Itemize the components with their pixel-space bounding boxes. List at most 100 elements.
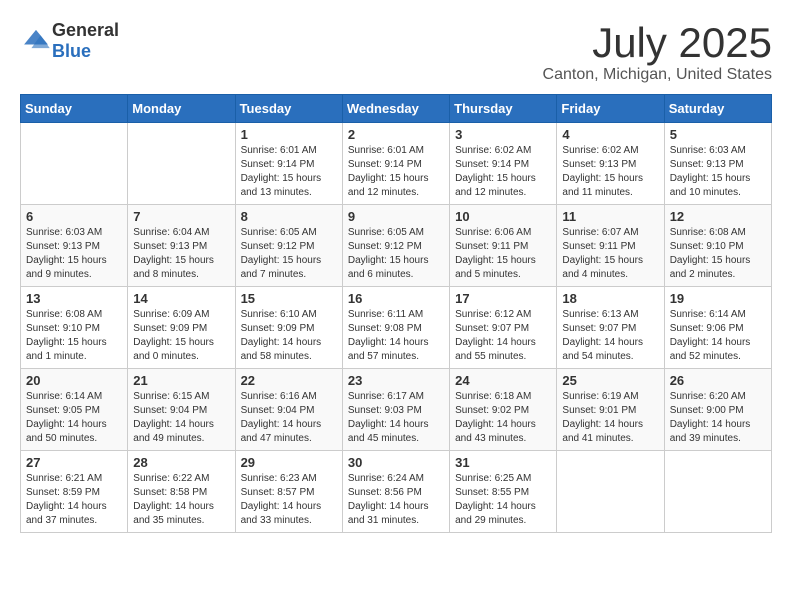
calendar-day-cell: 26Sunrise: 6:20 AM Sunset: 9:00 PM Dayli… [664,369,771,451]
calendar-day-cell: 23Sunrise: 6:17 AM Sunset: 9:03 PM Dayli… [342,369,449,451]
calendar-day-cell: 29Sunrise: 6:23 AM Sunset: 8:57 PM Dayli… [235,451,342,533]
calendar-day-cell: 3Sunrise: 6:02 AM Sunset: 9:14 PM Daylig… [450,123,557,205]
logo-general-text: General [52,20,119,40]
day-number: 25 [562,373,658,388]
day-number: 13 [26,291,122,306]
calendar-day-cell: 28Sunrise: 6:22 AM Sunset: 8:58 PM Dayli… [128,451,235,533]
day-number: 26 [670,373,766,388]
calendar-day-cell: 18 Sunrise: 6:13 AM Sunset: 9:07 PM Dayli… [557,287,664,369]
logo-icon [22,28,50,50]
calendar-day-cell [128,123,235,205]
location-title: Canton, Michigan, United States [543,66,772,84]
day-number: 1 [241,127,337,142]
day-number: 18 [562,291,658,306]
day-number: 6 [26,209,122,224]
calendar-day-cell: 9Sunrise: 6:05 AM Sunset: 9:12 PM Daylig… [342,205,449,287]
day-number: 22 [241,373,337,388]
weekday-header: Saturday [664,95,771,123]
day-info: Sunrise: 6:03 AM Sunset: 9:13 PM Dayligh… [670,144,766,200]
weekday-header: Wednesday [342,95,449,123]
day-info: Sunrise: 6:18 AM Sunset: 9:02 PM Dayligh… [455,390,551,446]
calendar-week-row: 13 Sunrise: 6:08 AM Sunset: 9:10 PM Dayli… [21,287,772,369]
day-info: Sunrise: 6:08 AM Sunset: 9:10 PM Dayligh… [670,226,766,282]
calendar-day-cell: 2Sunrise: 6:01 AM Sunset: 9:14 PM Daylig… [342,123,449,205]
day-number: 9 [348,209,444,224]
day-info: Sunrise: 6:14 AM Sunset: 9:05 PM Dayligh… [26,390,122,446]
calendar-week-row: 27 Sunrise: 6:21 AM Sunset: 8:59 PM Dayli… [21,451,772,533]
day-number: 11 [562,209,658,224]
calendar-day-cell: 16 Sunrise: 6:11 AM Sunset: 9:08 PM Dayli… [342,287,449,369]
calendar-day-cell: 31 Sunrise: 6:25 AM Sunset: 8:55 PM Dayli… [450,451,557,533]
calendar-day-cell [664,451,771,533]
day-number: 20 [26,373,122,388]
calendar-day-cell: 14Sunrise: 6:09 AM Sunset: 9:09 PM Dayli… [128,287,235,369]
calendar-day-cell: 5 Sunrise: 6:03 AM Sunset: 9:13 PM Daylig… [664,123,771,205]
logo: General Blue [20,20,119,62]
month-title: July 2025 [543,20,772,66]
weekday-header: Thursday [450,95,557,123]
day-info: Sunrise: 6:10 AM Sunset: 9:09 PM Dayligh… [241,308,337,364]
day-number: 16 [348,291,444,306]
day-number: 30 [348,455,444,470]
calendar-day-cell: 11 Sunrise: 6:07 AM Sunset: 9:11 PM Dayli… [557,205,664,287]
title-block: July 2025 Canton, Michigan, United State… [543,20,772,84]
day-info: Sunrise: 6:25 AM Sunset: 8:55 PM Dayligh… [455,472,551,528]
day-info: Sunrise: 6:15 AM Sunset: 9:04 PM Dayligh… [133,390,229,446]
calendar-header-row: SundayMondayTuesdayWednesdayThursdayFrid… [21,95,772,123]
day-info: Sunrise: 6:24 AM Sunset: 8:56 PM Dayligh… [348,472,444,528]
day-info: Sunrise: 6:05 AM Sunset: 9:12 PM Dayligh… [241,226,337,282]
day-number: 7 [133,209,229,224]
calendar-day-cell: 8Sunrise: 6:05 AM Sunset: 9:12 PM Daylig… [235,205,342,287]
calendar-day-cell: 21Sunrise: 6:15 AM Sunset: 9:04 PM Dayli… [128,369,235,451]
calendar-day-cell: 24 Sunrise: 6:18 AM Sunset: 9:02 PM Dayli… [450,369,557,451]
calendar-day-cell: 22Sunrise: 6:16 AM Sunset: 9:04 PM Dayli… [235,369,342,451]
day-info: Sunrise: 6:11 AM Sunset: 9:08 PM Dayligh… [348,308,444,364]
day-info: Sunrise: 6:14 AM Sunset: 9:06 PM Dayligh… [670,308,766,364]
calendar-day-cell: 15 Sunrise: 6:10 AM Sunset: 9:09 PM Dayli… [235,287,342,369]
calendar-week-row: 20 Sunrise: 6:14 AM Sunset: 9:05 PM Dayli… [21,369,772,451]
day-number: 19 [670,291,766,306]
day-number: 12 [670,209,766,224]
calendar-day-cell: 17 Sunrise: 6:12 AM Sunset: 9:07 PM Dayli… [450,287,557,369]
day-number: 14 [133,291,229,306]
weekday-header: Friday [557,95,664,123]
calendar-day-cell: 1 Sunrise: 6:01 AM Sunset: 9:14 PM Daylig… [235,123,342,205]
day-number: 4 [562,127,658,142]
calendar-day-cell: 13 Sunrise: 6:08 AM Sunset: 9:10 PM Dayli… [21,287,128,369]
calendar-week-row: 6Sunrise: 6:03 AM Sunset: 9:13 PM Daylig… [21,205,772,287]
calendar-table: SundayMondayTuesdayWednesdayThursdayFrid… [20,94,772,533]
day-info: Sunrise: 6:19 AM Sunset: 9:01 PM Dayligh… [562,390,658,446]
calendar-day-cell: 20 Sunrise: 6:14 AM Sunset: 9:05 PM Dayli… [21,369,128,451]
calendar-day-cell: 19 Sunrise: 6:14 AM Sunset: 9:06 PM Dayli… [664,287,771,369]
calendar-day-cell [21,123,128,205]
day-number: 5 [670,127,766,142]
day-info: Sunrise: 6:02 AM Sunset: 9:14 PM Dayligh… [455,144,551,200]
day-info: Sunrise: 6:01 AM Sunset: 9:14 PM Dayligh… [241,144,337,200]
calendar-day-cell [557,451,664,533]
day-number: 27 [26,455,122,470]
day-number: 17 [455,291,551,306]
day-number: 10 [455,209,551,224]
weekday-header: Monday [128,95,235,123]
day-info: Sunrise: 6:21 AM Sunset: 8:59 PM Dayligh… [26,472,122,528]
day-number: 2 [348,127,444,142]
calendar-day-cell: 25 Sunrise: 6:19 AM Sunset: 9:01 PM Dayli… [557,369,664,451]
day-info: Sunrise: 6:08 AM Sunset: 9:10 PM Dayligh… [26,308,122,364]
day-number: 15 [241,291,337,306]
day-number: 31 [455,455,551,470]
day-info: Sunrise: 6:12 AM Sunset: 9:07 PM Dayligh… [455,308,551,364]
day-info: Sunrise: 6:02 AM Sunset: 9:13 PM Dayligh… [562,144,658,200]
day-info: Sunrise: 6:07 AM Sunset: 9:11 PM Dayligh… [562,226,658,282]
calendar-day-cell: 6Sunrise: 6:03 AM Sunset: 9:13 PM Daylig… [21,205,128,287]
calendar-day-cell: 27 Sunrise: 6:21 AM Sunset: 8:59 PM Dayli… [21,451,128,533]
day-number: 24 [455,373,551,388]
day-info: Sunrise: 6:13 AM Sunset: 9:07 PM Dayligh… [562,308,658,364]
calendar-day-cell: 10 Sunrise: 6:06 AM Sunset: 9:11 PM Dayli… [450,205,557,287]
calendar-day-cell: 7Sunrise: 6:04 AM Sunset: 9:13 PM Daylig… [128,205,235,287]
day-number: 29 [241,455,337,470]
logo-blue-text: Blue [52,41,91,61]
day-number: 23 [348,373,444,388]
weekday-header: Sunday [21,95,128,123]
day-info: Sunrise: 6:06 AM Sunset: 9:11 PM Dayligh… [455,226,551,282]
page-header: General Blue July 2025 Canton, Michigan,… [20,20,772,84]
